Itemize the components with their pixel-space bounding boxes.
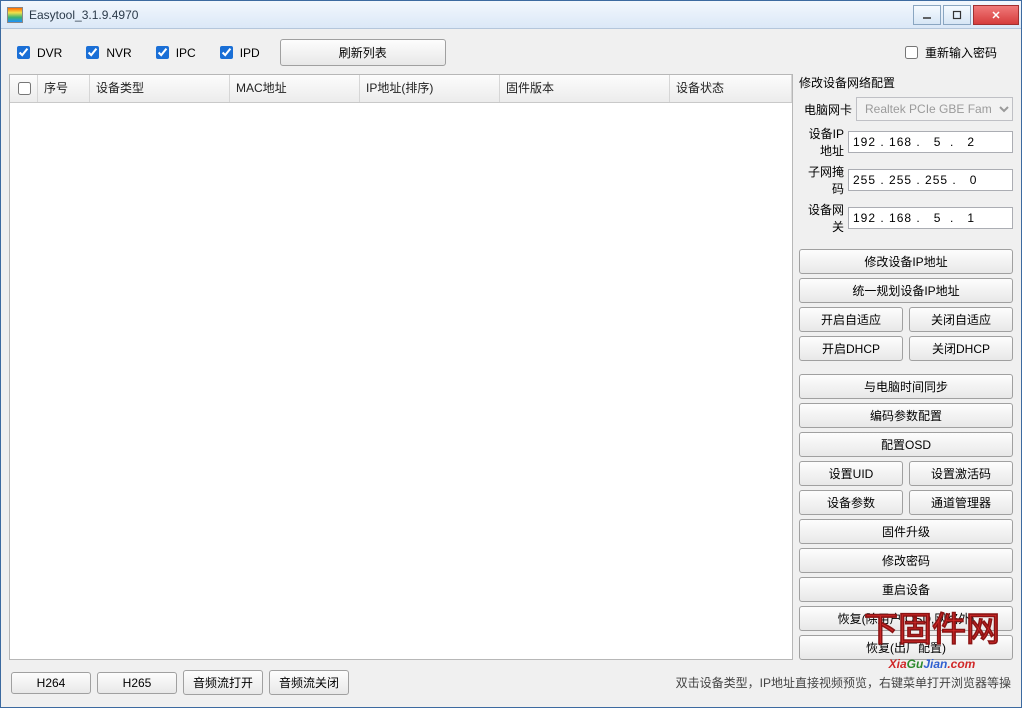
refresh-button[interactable]: 刷新列表 bbox=[280, 39, 446, 66]
osd-cfg-button[interactable]: 配置OSD bbox=[799, 432, 1013, 457]
table-body bbox=[10, 103, 792, 659]
col-checkbox[interactable] bbox=[10, 75, 38, 102]
audio-on-button[interactable]: 音频流打开 bbox=[183, 670, 263, 695]
adapt-on-button[interactable]: 开启自适应 bbox=[799, 307, 903, 332]
time-sync-button[interactable]: 与电脑时间同步 bbox=[799, 374, 1013, 399]
encode-cfg-button[interactable]: 编码参数配置 bbox=[799, 403, 1013, 428]
table-header: 序号 设备类型 MAC地址 IP地址(排序) 固件版本 设备状态 bbox=[10, 75, 792, 103]
ip-input[interactable] bbox=[848, 131, 1013, 153]
col-status[interactable]: 设备状态 bbox=[670, 75, 792, 102]
restore-partial-button[interactable]: 恢复(除用户,OSD,网络外) bbox=[799, 606, 1013, 631]
ipd-checkbox[interactable]: IPD bbox=[216, 43, 260, 62]
set-activation-button[interactable]: 设置激活码 bbox=[909, 461, 1013, 486]
mask-input[interactable] bbox=[848, 169, 1013, 191]
reboot-button[interactable]: 重启设备 bbox=[799, 577, 1013, 602]
right-panel: 修改设备网络配置 电脑网卡 Realtek PCIe GBE Fam 设备IP地… bbox=[799, 74, 1013, 660]
dhcp-on-button[interactable]: 开启DHCP bbox=[799, 336, 903, 361]
adapt-off-button[interactable]: 关闭自适应 bbox=[909, 307, 1013, 332]
device-table: 序号 设备类型 MAC地址 IP地址(排序) 固件版本 设备状态 bbox=[9, 74, 793, 660]
app-window: Easytool_3.1.9.4970 DVR NVR IPC IPD 刷新列表… bbox=[0, 0, 1022, 708]
channel-mgr-button[interactable]: 通道管理器 bbox=[909, 490, 1013, 515]
plan-ip-button[interactable]: 统一规划设备IP地址 bbox=[799, 278, 1013, 303]
col-seq[interactable]: 序号 bbox=[38, 75, 90, 102]
dhcp-off-button[interactable]: 关闭DHCP bbox=[909, 336, 1013, 361]
gw-label: 设备网关 bbox=[799, 201, 844, 235]
gw-input[interactable] bbox=[848, 207, 1013, 229]
minimize-button[interactable] bbox=[913, 5, 941, 25]
window-title: Easytool_3.1.9.4970 bbox=[29, 8, 911, 22]
main-row: 序号 设备类型 MAC地址 IP地址(排序) 固件版本 设备状态 修改设备网络配… bbox=[9, 74, 1013, 660]
col-type[interactable]: 设备类型 bbox=[90, 75, 230, 102]
col-mac[interactable]: MAC地址 bbox=[230, 75, 360, 102]
maximize-button[interactable] bbox=[943, 5, 971, 25]
mask-label: 子网掩码 bbox=[799, 163, 844, 197]
app-icon bbox=[7, 7, 23, 23]
nvr-checkbox[interactable]: NVR bbox=[82, 43, 131, 62]
col-fw[interactable]: 固件版本 bbox=[500, 75, 670, 102]
audio-off-button[interactable]: 音频流关闭 bbox=[269, 670, 349, 695]
bottom-row: H264 H265 音频流打开 音频流关闭 双击设备类型，IP地址直接视频预览，… bbox=[9, 666, 1013, 699]
device-param-button[interactable]: 设备参数 bbox=[799, 490, 903, 515]
ip-label: 设备IP地址 bbox=[799, 125, 844, 159]
firmware-upgrade-button[interactable]: 固件升级 bbox=[799, 519, 1013, 544]
change-password-button[interactable]: 修改密码 bbox=[799, 548, 1013, 573]
nic-label: 电脑网卡 bbox=[799, 101, 852, 118]
restore-full-button[interactable]: 恢复(出厂配置) bbox=[799, 635, 1013, 660]
reenter-password-checkbox[interactable]: 重新输入密码 bbox=[901, 43, 997, 62]
h264-button[interactable]: H264 bbox=[11, 672, 91, 694]
dvr-checkbox[interactable]: DVR bbox=[13, 43, 62, 62]
content-area: DVR NVR IPC IPD 刷新列表 重新输入密码 序号 设备类型 MAC地… bbox=[1, 29, 1021, 707]
titlebar: Easytool_3.1.9.4970 bbox=[1, 1, 1021, 29]
close-button[interactable] bbox=[973, 5, 1019, 25]
bottom-hint: 双击设备类型，IP地址直接视频预览，右键菜单打开浏览器等操 bbox=[676, 674, 1011, 691]
set-uid-button[interactable]: 设置UID bbox=[799, 461, 903, 486]
window-controls bbox=[911, 5, 1019, 25]
nic-select[interactable]: Realtek PCIe GBE Fam bbox=[856, 97, 1013, 121]
ipc-checkbox[interactable]: IPC bbox=[152, 43, 196, 62]
filter-row: DVR NVR IPC IPD 刷新列表 重新输入密码 bbox=[9, 37, 1013, 68]
col-ip[interactable]: IP地址(排序) bbox=[360, 75, 500, 102]
modify-ip-button[interactable]: 修改设备IP地址 bbox=[799, 249, 1013, 274]
h265-button[interactable]: H265 bbox=[97, 672, 177, 694]
netcfg-title: 修改设备网络配置 bbox=[799, 74, 1013, 93]
